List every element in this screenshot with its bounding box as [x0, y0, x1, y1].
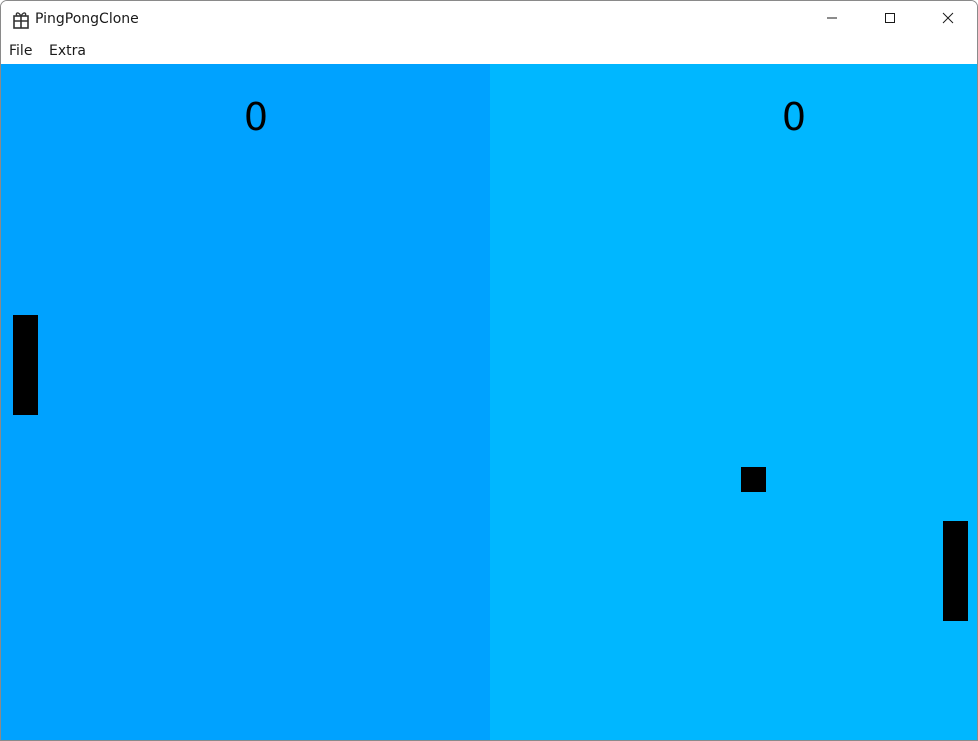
- title-bar: PingPongClone: [1, 1, 977, 39]
- left-paddle: [13, 315, 38, 415]
- menu-file[interactable]: File: [9, 43, 32, 59]
- ball: [741, 467, 766, 492]
- app-window: PingPongClone File Extra 0 0: [0, 0, 978, 741]
- right-paddle: [943, 521, 968, 621]
- left-score: 0: [243, 95, 269, 139]
- maximize-button[interactable]: [861, 1, 919, 39]
- menu-extra[interactable]: Extra: [49, 43, 86, 59]
- menu-bar: File Extra: [1, 39, 977, 64]
- game-canvas[interactable]: 0 0: [1, 64, 977, 740]
- minimize-button[interactable]: [803, 1, 861, 39]
- right-court: [490, 64, 977, 740]
- left-court: [1, 64, 490, 740]
- minimize-icon: [826, 11, 838, 29]
- window-title: PingPongClone: [35, 11, 139, 27]
- maximize-icon: [884, 11, 896, 29]
- right-score: 0: [781, 95, 807, 139]
- close-button[interactable]: [919, 1, 977, 39]
- gift-icon: [13, 11, 29, 29]
- close-icon: [942, 11, 954, 29]
